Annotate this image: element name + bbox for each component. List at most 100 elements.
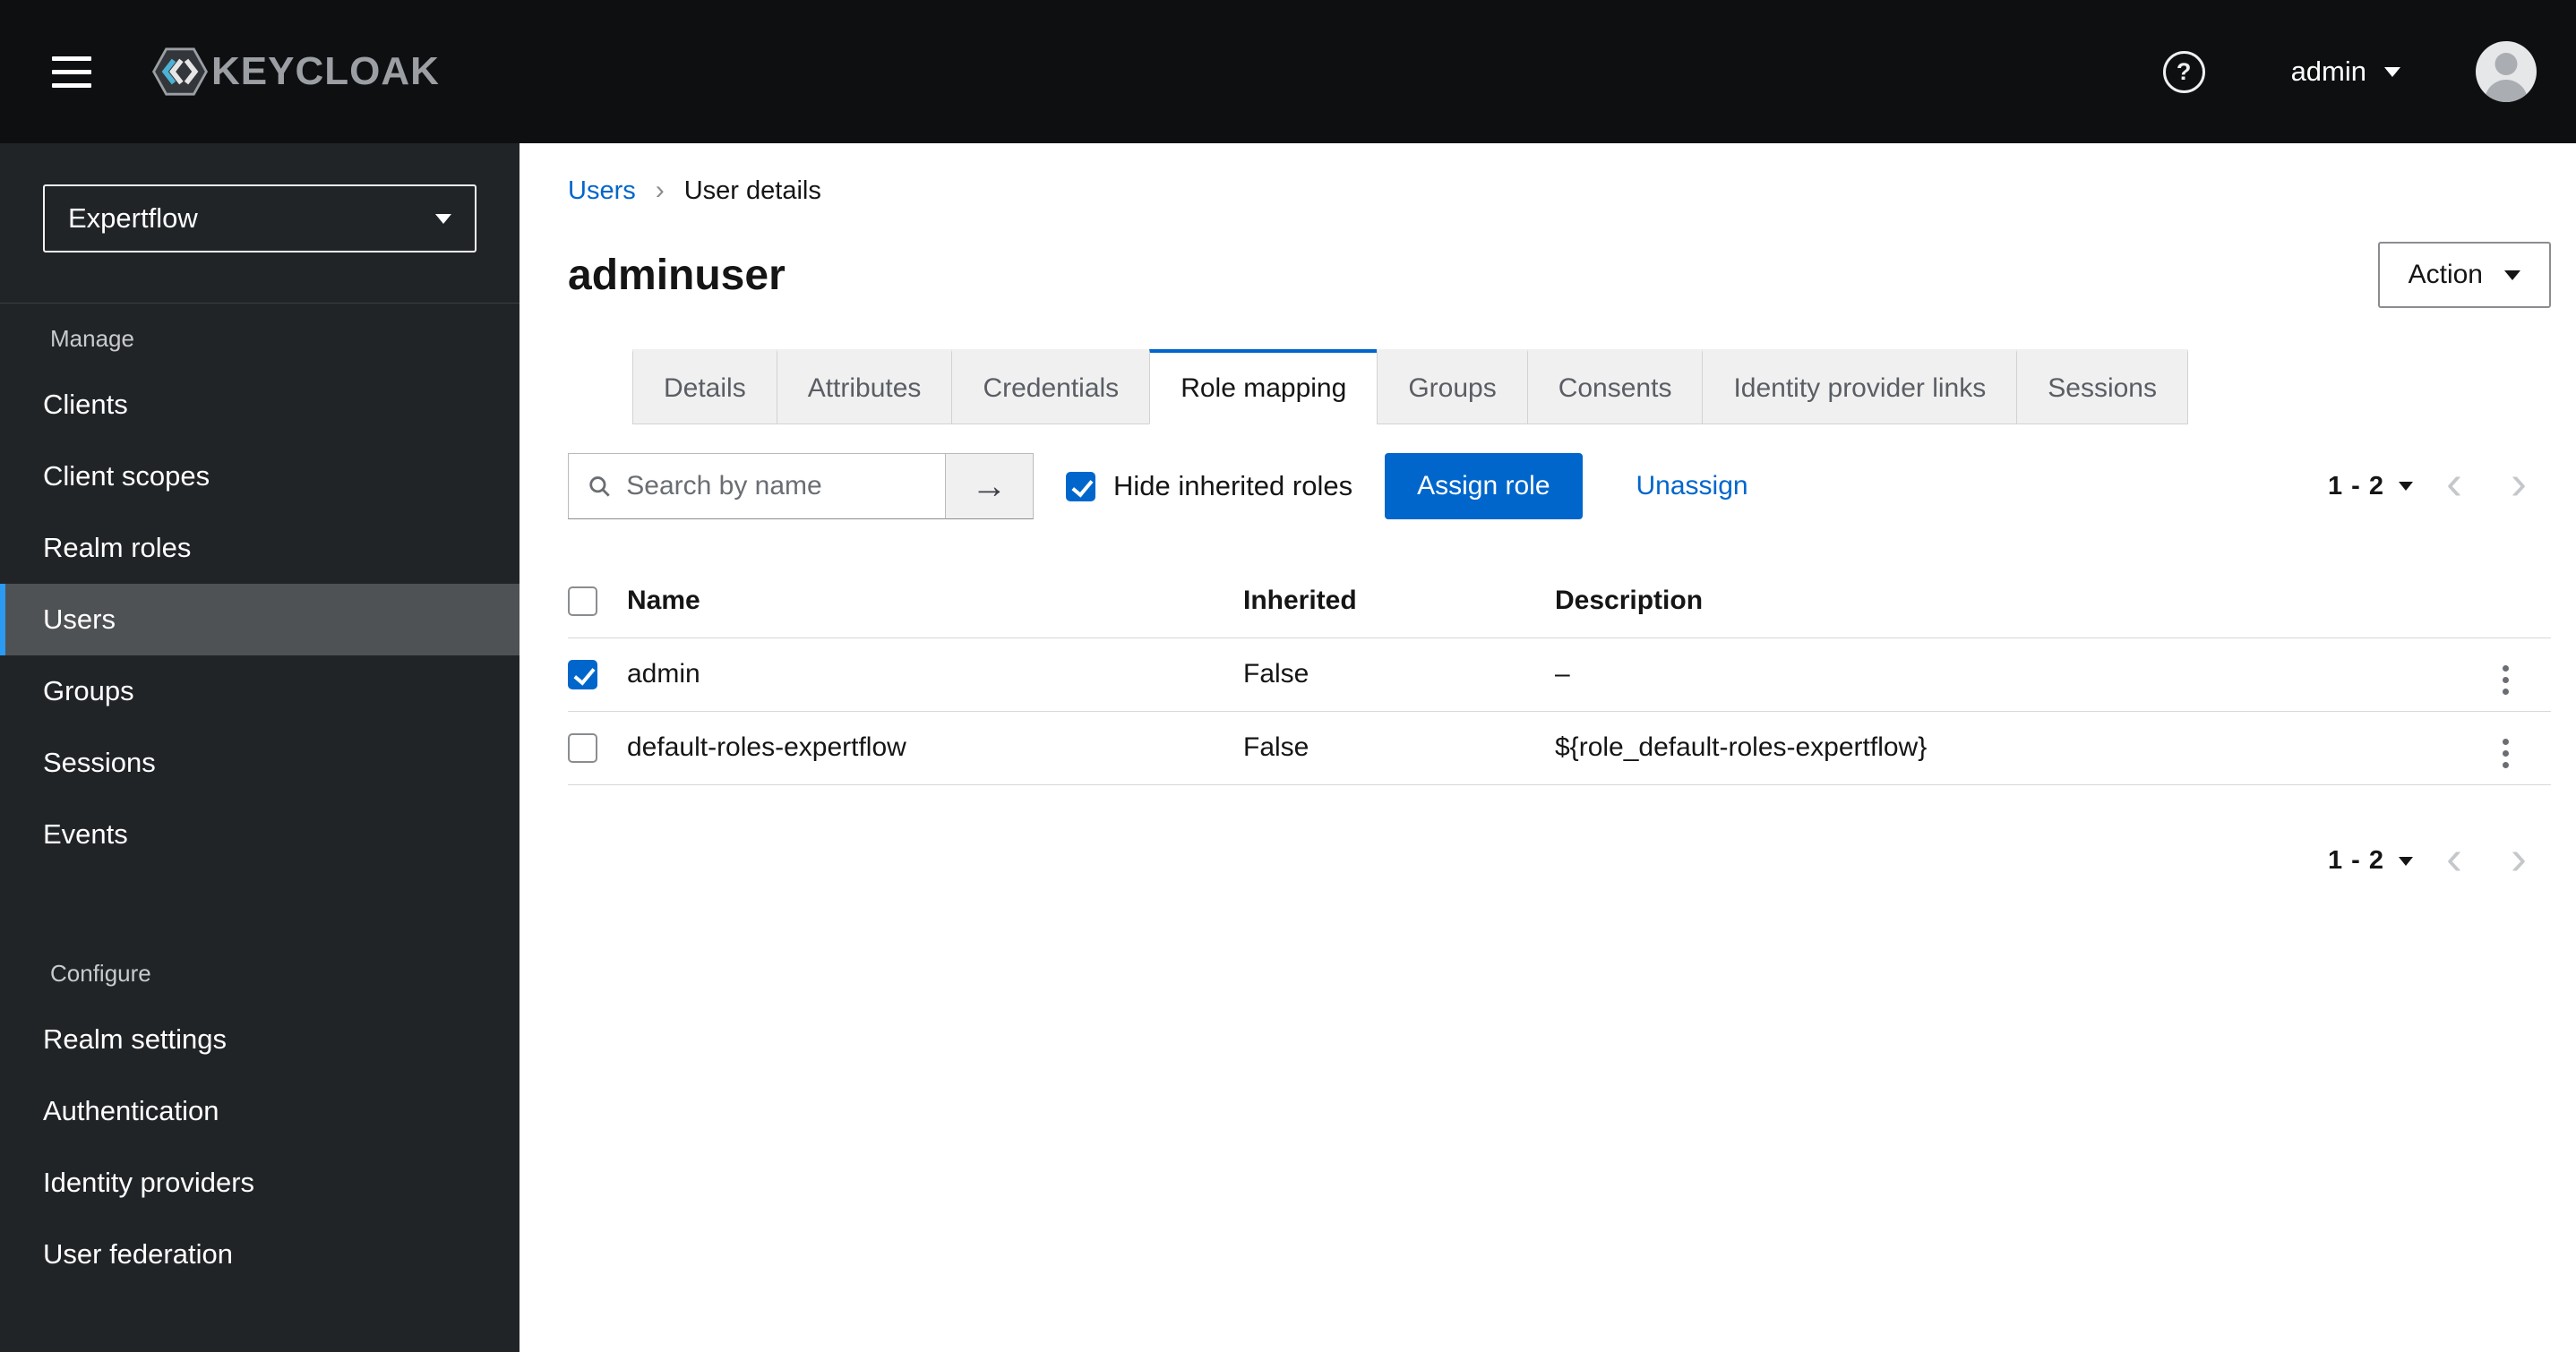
tab-label: Identity provider links (1733, 372, 1987, 403)
search-input[interactable] (626, 471, 927, 501)
breadcrumb-current: User details (683, 175, 821, 205)
assign-role-button[interactable]: Assign role (1385, 453, 1583, 519)
sidebar-item-client-scopes[interactable]: Client scopes (0, 441, 519, 512)
keycloak-logo[interactable]: KEYCLOAK (152, 47, 440, 97)
cell-description: – (1555, 637, 2494, 712)
tab-label: Credentials (983, 372, 1120, 403)
sidebar-item-label: Identity providers (43, 1167, 255, 1198)
hamburger-icon (52, 56, 91, 88)
row-checkbox[interactable] (568, 660, 597, 690)
column-header-inherited: Inherited (1243, 564, 1555, 638)
tab-label: Consents (1558, 372, 1672, 403)
role-mapping-table: Name Inherited Description admin False –… (568, 564, 2551, 785)
column-header-name: Name (627, 564, 1243, 638)
chevron-down-icon (435, 213, 451, 224)
sidebar-item-events[interactable]: Events (0, 799, 519, 870)
top-header: KEYCLOAK ? admin (0, 0, 2576, 143)
cell-role-name: admin (627, 637, 1243, 712)
pagination-range-dropdown[interactable]: 1 - 2 (2319, 472, 2422, 501)
tab-label: Details (664, 372, 746, 403)
page-title: adminuser (568, 251, 786, 299)
sidebar-item-label: Clients (43, 389, 128, 420)
sidebar-item-groups[interactable]: Groups (0, 655, 519, 727)
user-avatar[interactable] (2476, 41, 2537, 102)
table-row: admin False – (568, 637, 2551, 712)
sidebar-item-clients[interactable]: Clients (0, 369, 519, 441)
chevron-right-icon: › (2511, 456, 2527, 509)
next-page-button[interactable]: › (2486, 830, 2551, 886)
username-label: admin (2290, 56, 2366, 87)
sidebar-item-label: Events (43, 818, 128, 850)
realm-selector-dropdown[interactable]: Expertflow (43, 184, 477, 252)
tab-sessions[interactable]: Sessions (2016, 349, 2188, 424)
sidebar-item-identity-providers[interactable]: Identity providers (0, 1147, 519, 1219)
search-icon (589, 476, 610, 497)
action-button-label: Action (2408, 260, 2483, 289)
row-checkbox[interactable] (568, 733, 597, 764)
chevron-down-icon (2399, 856, 2413, 866)
nav-section-label-configure: Configure (50, 960, 151, 987)
nav-section-manage: Manage Clients Client scopes Realm roles… (0, 303, 519, 870)
select-all-checkbox[interactable] (568, 586, 597, 617)
cell-description: ${role_default-roles-expertflow} (1555, 711, 2494, 785)
unassign-link[interactable]: Unassign (1636, 471, 1748, 501)
table-row: default-roles-expertflow False ${role_de… (568, 711, 2551, 785)
pagination-range: 1 - 2 (2327, 471, 2384, 501)
tab-credentials[interactable]: Credentials (951, 349, 1151, 424)
tab-details[interactable]: Details (632, 349, 777, 424)
question-icon: ? (2176, 57, 2192, 85)
sidebar-item-label: Realm roles (43, 532, 192, 563)
chevron-down-icon (2384, 66, 2400, 77)
table-header-row: Name Inherited Description (568, 564, 2551, 638)
chevron-down-icon (2504, 270, 2520, 280)
role-mapping-toolbar: → Hide inherited roles Assign role Unass… (568, 453, 2551, 519)
sidebar-item-authentication[interactable]: Authentication (0, 1075, 519, 1147)
search-submit-button[interactable]: → (946, 453, 1034, 519)
kebab-menu-button[interactable] (2494, 660, 2518, 700)
sidebar-item-label: User federation (43, 1238, 233, 1270)
sidebar-toggle-button[interactable] (47, 51, 97, 93)
pagination-top: 1 - 2 ‹ › (2319, 458, 2551, 510)
tab-identity-provider-links[interactable]: Identity provider links (1702, 349, 2018, 424)
chevron-left-icon: ‹ (2446, 830, 2462, 885)
sidebar-item-label: Authentication (43, 1095, 219, 1126)
checkbox-icon[interactable] (1066, 471, 1095, 501)
pagination-range: 1 - 2 (2327, 846, 2384, 875)
sidebar-item-realm-settings[interactable]: Realm settings (0, 1004, 519, 1075)
next-page-button[interactable]: › (2486, 458, 2551, 510)
pagination-range-dropdown[interactable]: 1 - 2 (2319, 846, 2422, 876)
main-content: Users › User details adminuser Action De… (519, 143, 2576, 1352)
cell-inherited: False (1243, 711, 1555, 785)
pagination-bottom-bar: 1 - 2 ‹ › (568, 830, 2551, 886)
tab-label: Groups (1408, 372, 1497, 403)
column-header-actions (2494, 564, 2551, 638)
cell-role-name: default-roles-expertflow (627, 711, 1243, 785)
tab-consents[interactable]: Consents (1526, 349, 1704, 424)
tab-role-mapping[interactable]: Role mapping (1149, 349, 1378, 424)
sidebar-item-sessions[interactable]: Sessions (0, 727, 519, 799)
breadcrumb-link-users[interactable]: Users (568, 176, 636, 206)
hide-inherited-roles-checkbox[interactable]: Hide inherited roles (1066, 470, 1352, 502)
sidebar-item-realm-roles[interactable]: Realm roles (0, 512, 519, 584)
sidebar: Expertflow Manage Clients Client scopes … (0, 143, 519, 1352)
sidebar-item-label: Realm settings (43, 1023, 228, 1055)
hide-inherited-roles-label: Hide inherited roles (1113, 470, 1353, 501)
sidebar-item-label: Users (43, 603, 116, 635)
arrow-right-icon: → (971, 466, 1008, 506)
action-dropdown-button[interactable]: Action (2377, 242, 2551, 308)
kebab-menu-button[interactable] (2494, 733, 2518, 774)
prev-page-button[interactable]: ‹ (2422, 458, 2486, 510)
tab-attributes[interactable]: Attributes (776, 349, 953, 424)
column-header-description: Description (1555, 564, 2494, 638)
sidebar-item-users[interactable]: Users (0, 584, 519, 655)
tab-label: Role mapping (1181, 372, 1347, 403)
sidebar-item-user-federation[interactable]: User federation (0, 1219, 519, 1290)
help-button[interactable]: ? (2162, 50, 2205, 93)
header-actions: ? admin (2162, 41, 2537, 102)
user-menu-dropdown[interactable]: admin (2291, 56, 2400, 88)
tab-groups[interactable]: Groups (1377, 349, 1528, 424)
cell-inherited: False (1243, 637, 1555, 712)
chevron-right-icon: › (2511, 830, 2527, 885)
chevron-left-icon: ‹ (2446, 456, 2462, 509)
prev-page-button[interactable]: ‹ (2422, 830, 2486, 886)
